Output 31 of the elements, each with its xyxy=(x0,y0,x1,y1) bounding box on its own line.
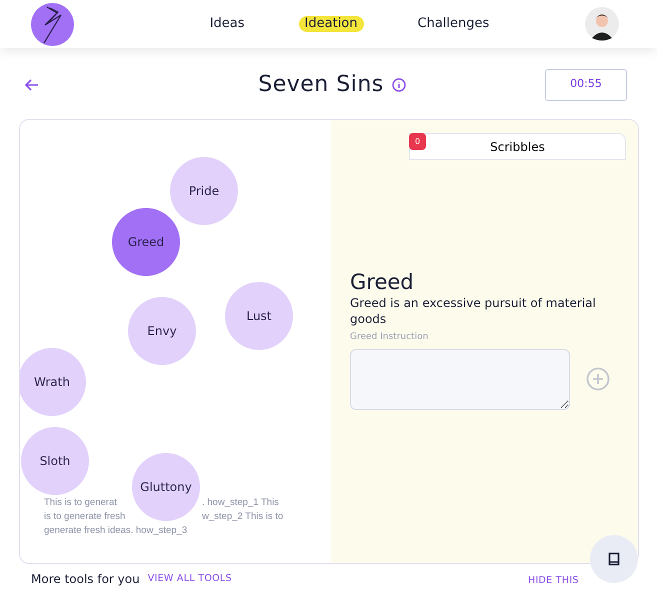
logo-icon[interactable] xyxy=(31,2,74,46)
idea-bubble[interactable]: Wrath xyxy=(20,348,86,416)
page-title: Seven Sins xyxy=(258,71,384,99)
idea-bubble[interactable]: Sloth xyxy=(21,427,89,495)
timer-button[interactable]: 00:55 xyxy=(544,68,627,100)
nav-link[interactable]: Ideation xyxy=(298,16,364,32)
field-label: Greed Instruction xyxy=(350,331,430,344)
instruction-field[interactable] xyxy=(350,348,570,410)
sin-description: Greed is an excessive pursuit of material goods xyxy=(350,295,597,328)
nav-link[interactable]: Challenges xyxy=(412,16,496,32)
idea-bubble[interactable]: Lust xyxy=(225,282,293,350)
hide-link[interactable]: HIDE THIS xyxy=(528,574,579,588)
idea-bubble[interactable]: Gluttony xyxy=(132,453,200,521)
steps-text: w_step_2 This is to xyxy=(202,510,284,524)
book-button[interactable] xyxy=(590,535,638,583)
steps-text: This is to generat xyxy=(44,496,118,510)
count-badge: 0 xyxy=(409,133,426,150)
back-arrow-icon[interactable] xyxy=(25,78,39,90)
steps-text: is to generate fresh xyxy=(44,510,126,524)
nav-link[interactable]: Ideas xyxy=(204,16,251,32)
footer-text: More tools for you xyxy=(31,571,140,588)
avatar[interactable] xyxy=(585,7,619,41)
info-icon[interactable] xyxy=(392,78,406,92)
steps-text: generate fresh ideas. how_step_3 xyxy=(44,524,188,538)
sin-title: Greed xyxy=(350,270,415,296)
idea-bubble[interactable]: Envy xyxy=(128,297,196,365)
view-all-tools-link[interactable]: VIEW ALL TOOLS xyxy=(148,572,232,586)
idea-bubble[interactable]: Greed xyxy=(112,208,180,276)
steps-text: . how_step_1 This xyxy=(202,496,280,510)
book-icon xyxy=(608,552,620,566)
idea-bubble[interactable]: Pride xyxy=(170,157,238,225)
